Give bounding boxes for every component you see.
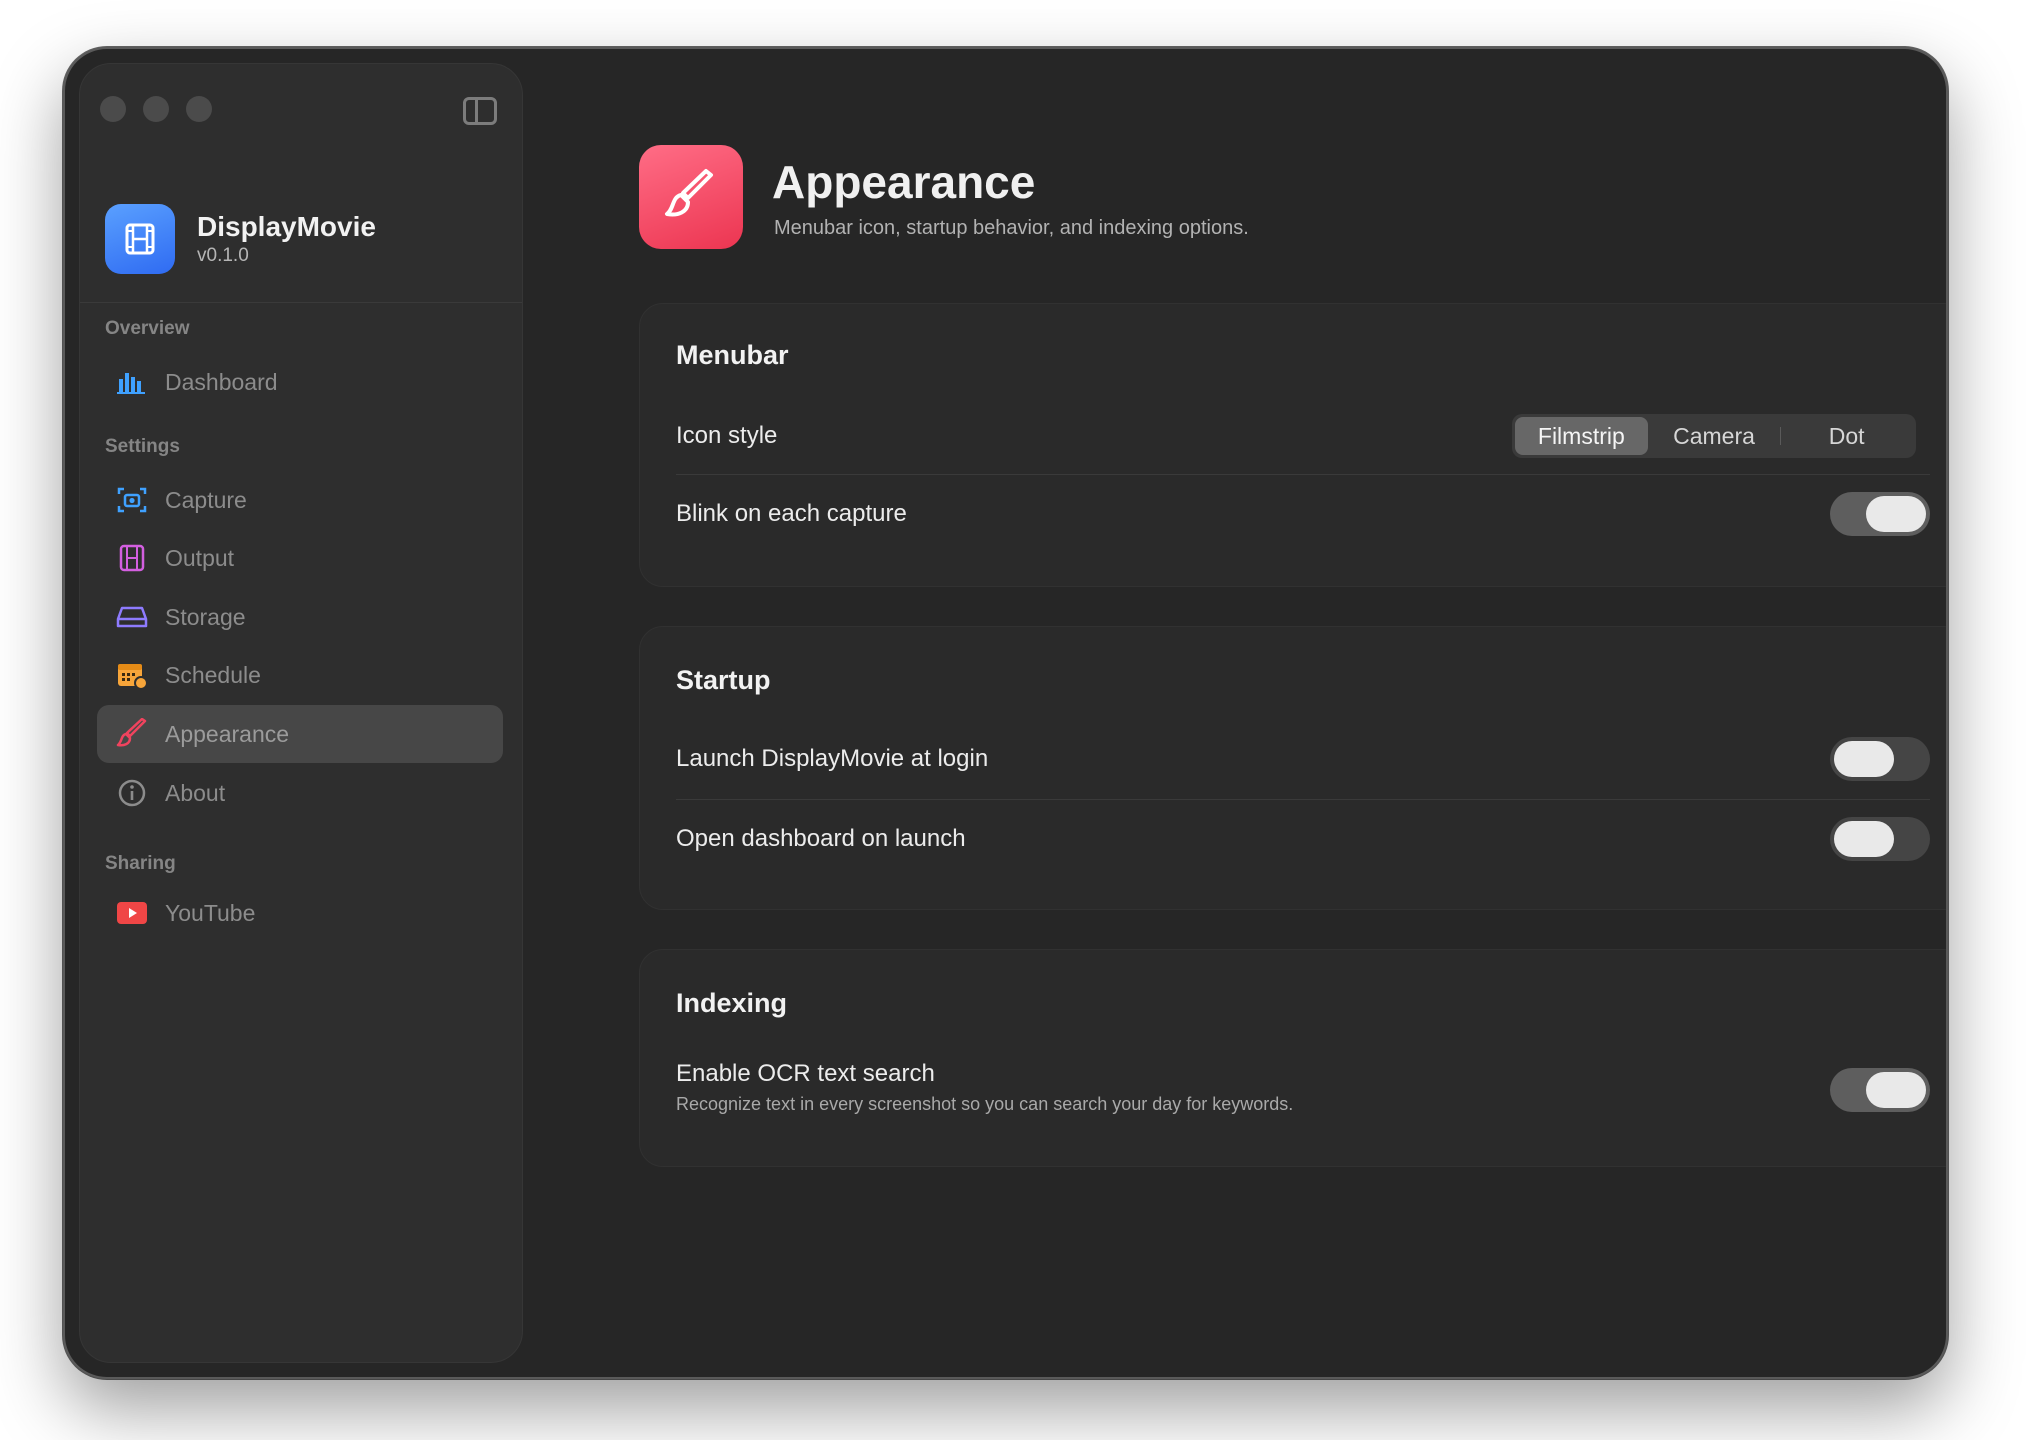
menubar-card: Menubar Icon style Filmstrip Camera Dot … [639,303,1946,587]
calendar-clock-icon [115,658,149,692]
ocr-description: Recognize text in every screenshot so yo… [676,1094,1294,1114]
minimize-window-button[interactable] [143,96,169,122]
sidebar-item-label: Dashboard [165,368,278,395]
sidebar-item-label: Capture [165,486,247,513]
row-divider [676,799,1930,800]
blink-toggle[interactable] [1830,492,1930,536]
page-subtitle: Menubar icon, startup behavior, and inde… [774,217,1249,239]
open-dashboard-row: Open dashboard on launch [676,801,1930,877]
sidebar-item-youtube[interactable]: YouTube [97,884,503,942]
sidebar-item-about[interactable]: About [97,764,503,822]
launch-at-login-toggle[interactable] [1830,737,1930,781]
sidebar-toggle-icon[interactable] [463,97,497,125]
app-name: DisplayMovie [197,211,376,242]
ocr-row: Enable OCR text search Recognize text in… [676,1060,1293,1115]
app-window: DisplayMovie v0.1.0 Overview Dashboard S… [63,47,1948,1379]
segment-filmstrip[interactable]: Filmstrip [1515,417,1648,455]
segment-dot[interactable]: Dot [1780,417,1913,455]
camera-viewfinder-icon [115,483,149,517]
zoom-window-button[interactable] [186,96,212,122]
sidebar-item-label: Output [165,544,235,571]
youtube-icon [115,896,149,930]
card-title-menubar: Menubar [676,340,789,370]
app-filmstrip-icon [105,204,175,274]
row-divider [676,474,1930,475]
sidebar-item-storage[interactable]: Storage [97,588,503,646]
hard-drive-icon [115,600,149,634]
app-header: DisplayMovie v0.1.0 [105,204,376,274]
ocr-label: Enable OCR text search [676,1060,935,1087]
blink-label: Blink on each capture [676,500,907,527]
window-controls [100,96,212,122]
sidebar-item-schedule[interactable]: Schedule [97,646,503,704]
open-dashboard-toggle[interactable] [1830,817,1930,861]
paintbrush-icon [115,717,149,751]
sidebar-item-capture[interactable]: Capture [97,471,503,529]
sidebar-item-appearance[interactable]: Appearance [97,705,503,763]
sidebar-item-label: Schedule [165,661,261,688]
main-content: Appearance Menubar icon, startup behavio… [523,49,1946,1377]
sidebar-item-label: Storage [165,603,246,630]
indexing-card: Indexing Enable OCR text search Recogniz… [639,949,1946,1167]
card-title-startup: Startup [676,665,771,695]
info-circle-icon [115,776,149,810]
section-label-sharing: Sharing [105,853,176,874]
close-window-button[interactable] [100,96,126,122]
page-title: Appearance [772,156,1036,208]
app-version: v0.1.0 [197,245,249,266]
section-label-overview: Overview [105,318,190,339]
sidebar-item-label: Appearance [165,720,290,747]
blink-row: Blink on each capture [676,476,1930,552]
chart-bars-icon [115,365,149,399]
icon-style-label: Icon style [676,422,778,449]
appearance-paintbrush-icon [639,145,743,249]
card-title-indexing: Indexing [676,988,788,1018]
sidebar-item-label: YouTube [165,899,256,926]
startup-card: Startup Launch DisplayMovie at login Ope… [639,626,1946,910]
icon-style-segmented-control[interactable]: Filmstrip Camera Dot [1512,414,1916,458]
segment-camera[interactable]: Camera [1648,417,1781,455]
sidebar-item-label: About [165,779,226,806]
section-label-settings: Settings [105,436,180,457]
sidebar-item-output[interactable]: Output [97,529,503,587]
launch-at-login-row: Launch DisplayMovie at login [676,721,1930,797]
open-dashboard-label: Open dashboard on launch [676,825,966,852]
filmstrip-icon [115,541,149,575]
sidebar-divider [80,302,522,303]
sidebar: DisplayMovie v0.1.0 Overview Dashboard S… [79,63,523,1363]
ocr-toggle[interactable] [1830,1068,1930,1112]
sidebar-item-dashboard[interactable]: Dashboard [97,353,503,411]
launch-at-login-label: Launch DisplayMovie at login [676,745,989,772]
